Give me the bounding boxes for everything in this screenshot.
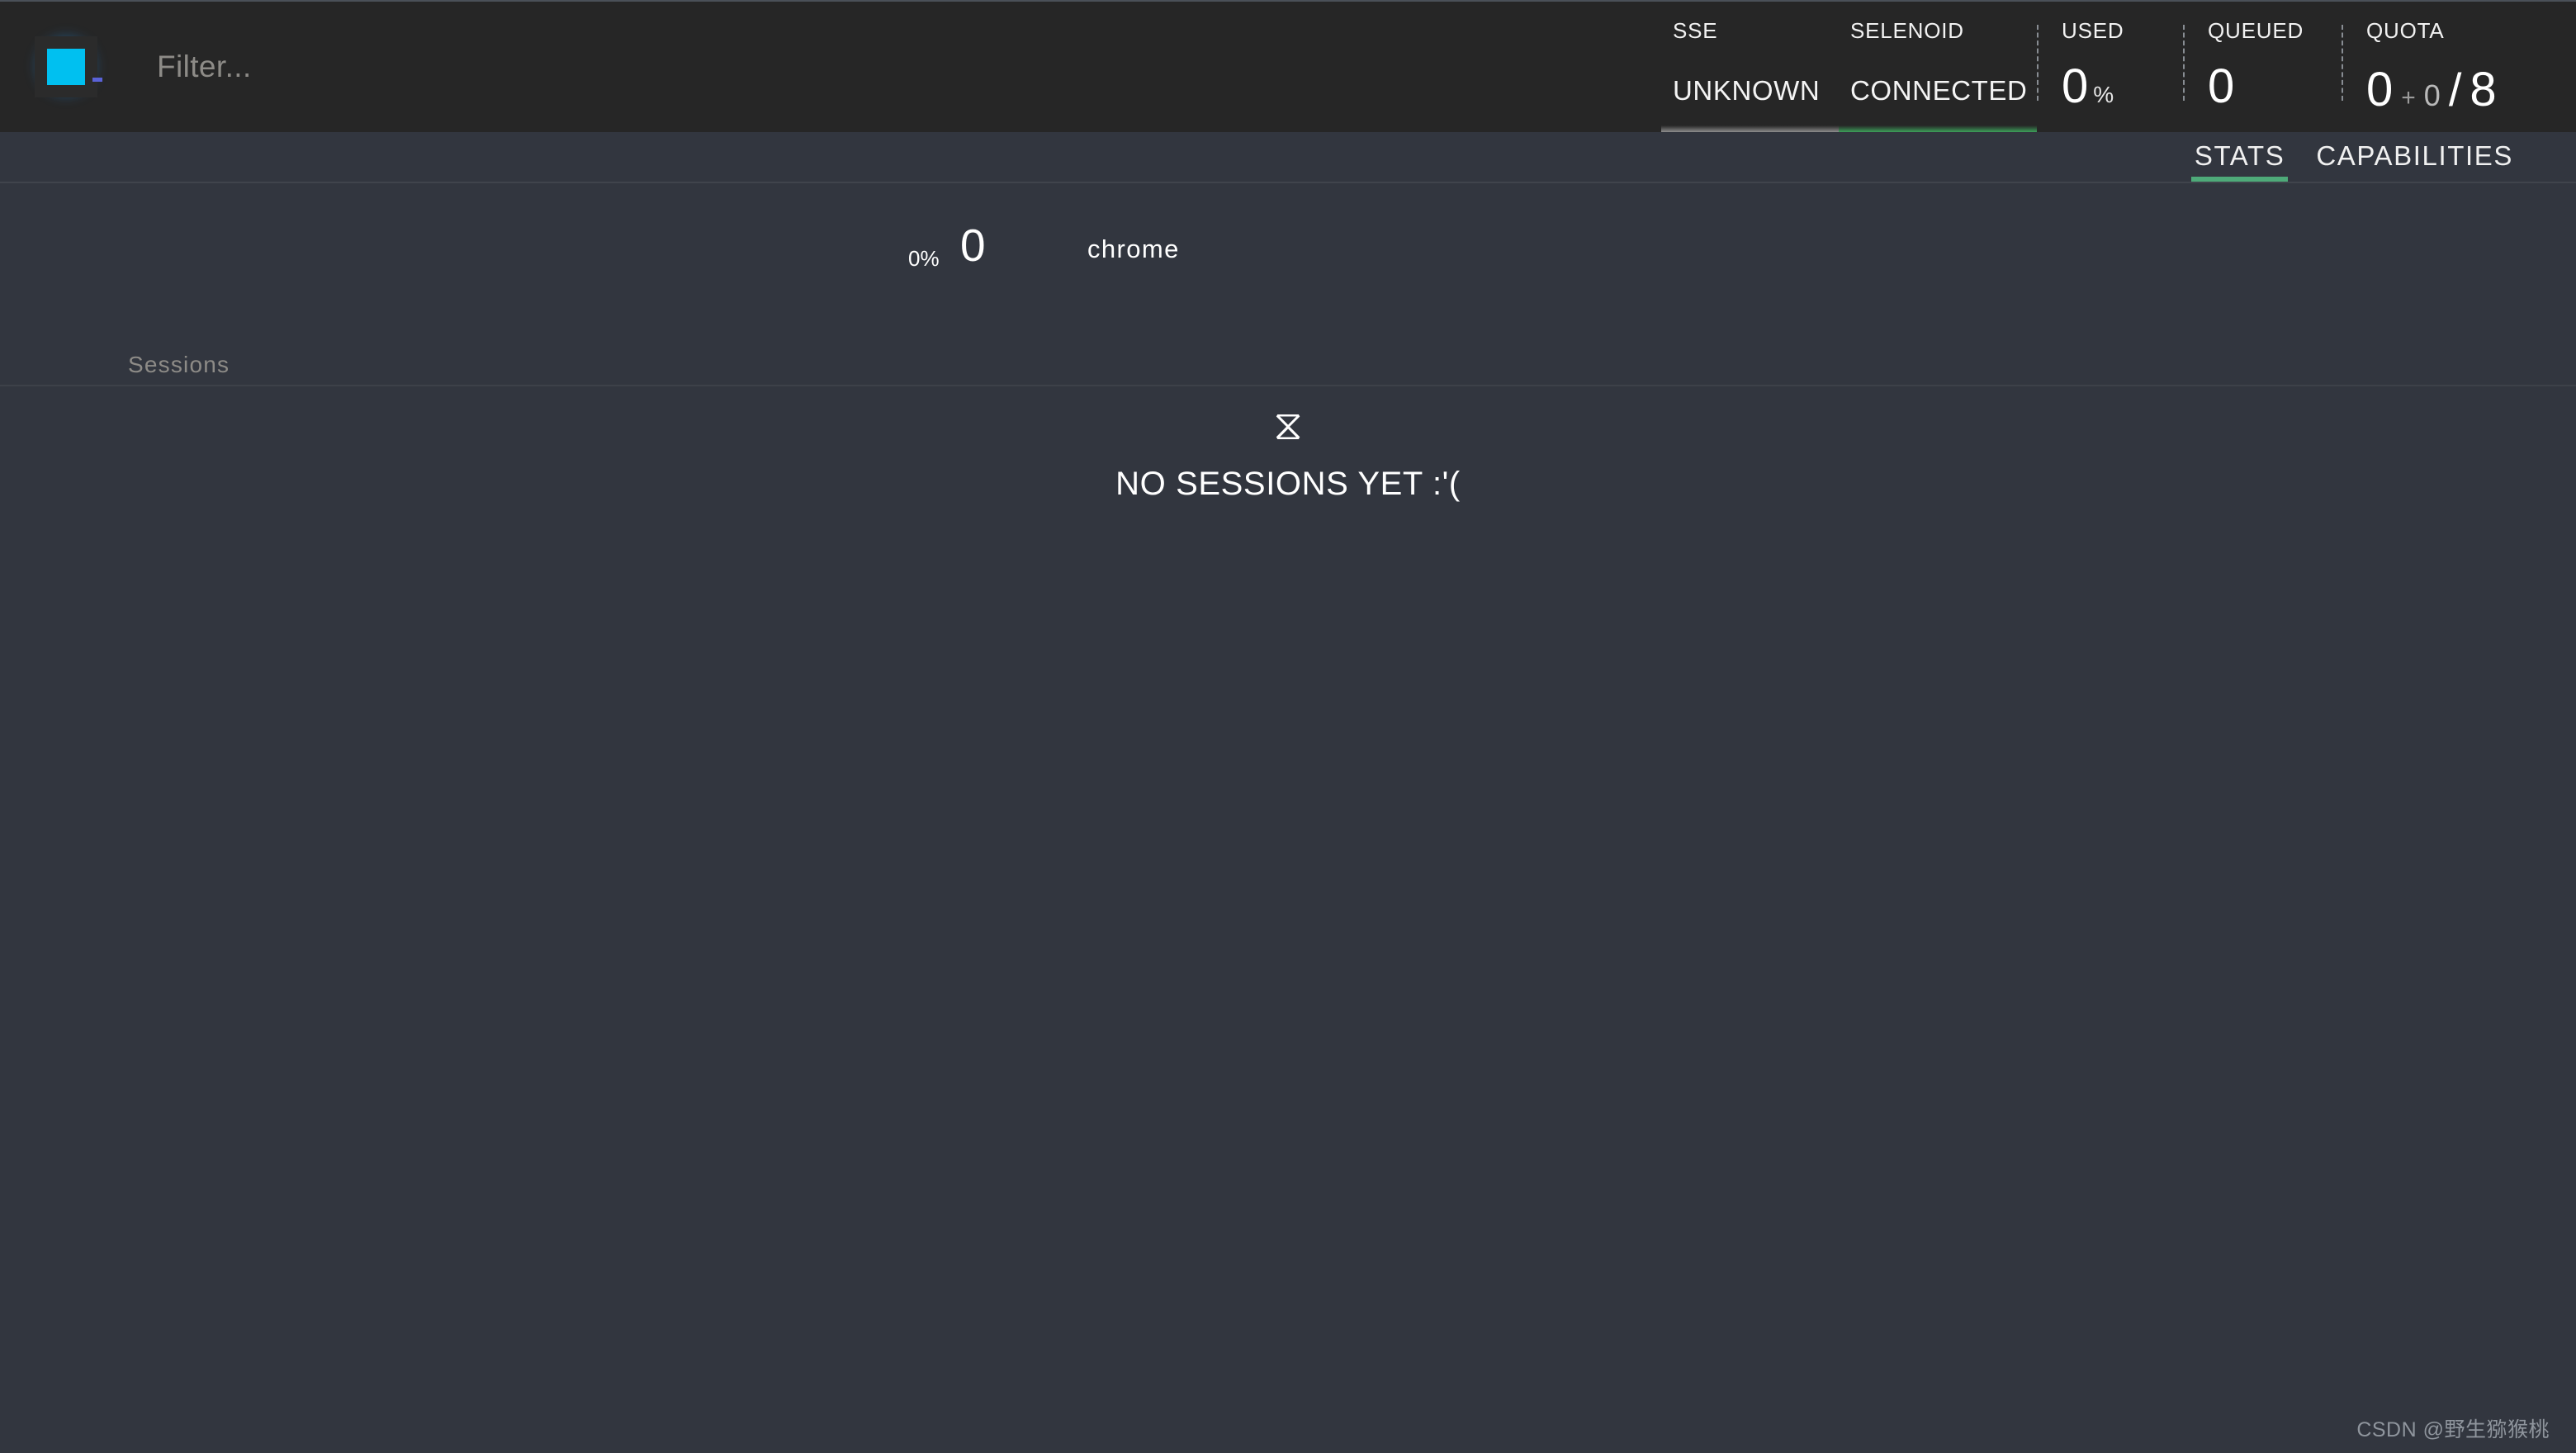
- stat-used: USED 0 %: [2039, 2, 2183, 132]
- stat-used-unit: %: [2093, 82, 2114, 108]
- tab-stats[interactable]: STATS: [2191, 140, 2288, 182]
- watermark: CSDN @野生猕猴桃: [2356, 1413, 2550, 1443]
- logo-accent-tick-icon: [92, 78, 102, 82]
- browser-name: chrome: [1087, 234, 1180, 264]
- stat-queued-value: 0: [2208, 63, 2234, 111]
- stat-quota: QUOTA 0 + 0 / 8: [2343, 2, 2533, 132]
- header-stats-cluster: SSE UNKNOWN SELENOID CONNECTED USED 0 % …: [1661, 2, 2576, 132]
- stat-selenoid[interactable]: SELENOID CONNECTED: [1839, 2, 2037, 132]
- stat-quota-plus: +: [2401, 84, 2416, 112]
- stat-quota-valuerow: 0 + 0 / 8: [2366, 63, 2533, 116]
- sessions-label: Sessions: [128, 352, 230, 378]
- stat-sse[interactable]: SSE UNKNOWN: [1661, 2, 1839, 132]
- stat-quota-slash: /: [2449, 63, 2462, 116]
- stat-quota-label: QUOTA: [2366, 20, 2533, 41]
- logo-inner-square: [47, 49, 85, 85]
- browser-stats-row: 0% 0 chrome: [0, 221, 2576, 296]
- app-logo[interactable]: [0, 2, 132, 132]
- hourglass-icon: ⧖: [0, 405, 2576, 446]
- search-input[interactable]: [155, 49, 1562, 85]
- sessions-section-header: Sessions: [0, 347, 2576, 386]
- app-header: SSE UNKNOWN SELENOID CONNECTED USED 0 % …: [0, 0, 2576, 132]
- stat-used-value: 0: [2062, 63, 2088, 111]
- status-badge: CONNECTED: [1850, 77, 2037, 104]
- cyan-square-logo-icon: [35, 36, 97, 97]
- stat-sse-underline: [1661, 125, 1839, 132]
- stat-quota-pending: 0: [2424, 78, 2441, 113]
- sessions-empty-state: ⧖ NO SESSIONS YET :'(: [0, 405, 2576, 503]
- browser-usage-percent: 0%: [908, 248, 940, 269]
- stat-queued: QUEUED 0: [2185, 2, 2342, 132]
- stat-sse-label: SSE: [1673, 20, 1839, 41]
- stat-used-label: USED: [2062, 20, 2183, 41]
- stat-selenoid-label: SELENOID: [1850, 20, 2037, 41]
- stat-selenoid-underline: [1839, 125, 2037, 132]
- tab-bar: STATS CAPABILITIES: [0, 132, 2576, 183]
- browser-session-count: 0: [960, 223, 986, 268]
- stat-sse-value: UNKNOWN: [1673, 77, 1839, 104]
- stat-queued-valuerow: 0: [2208, 63, 2342, 111]
- empty-state-message: NO SESSIONS YET :'(: [0, 466, 2576, 503]
- stat-quota-used: 0: [2366, 66, 2393, 114]
- stat-used-valuerow: 0 %: [2062, 63, 2183, 111]
- filter-zone: [132, 2, 1661, 132]
- stat-quota-total: 8: [2469, 66, 2496, 114]
- stat-queued-label: QUEUED: [2208, 20, 2342, 41]
- tab-capabilities[interactable]: CAPABILITIES: [2313, 140, 2517, 182]
